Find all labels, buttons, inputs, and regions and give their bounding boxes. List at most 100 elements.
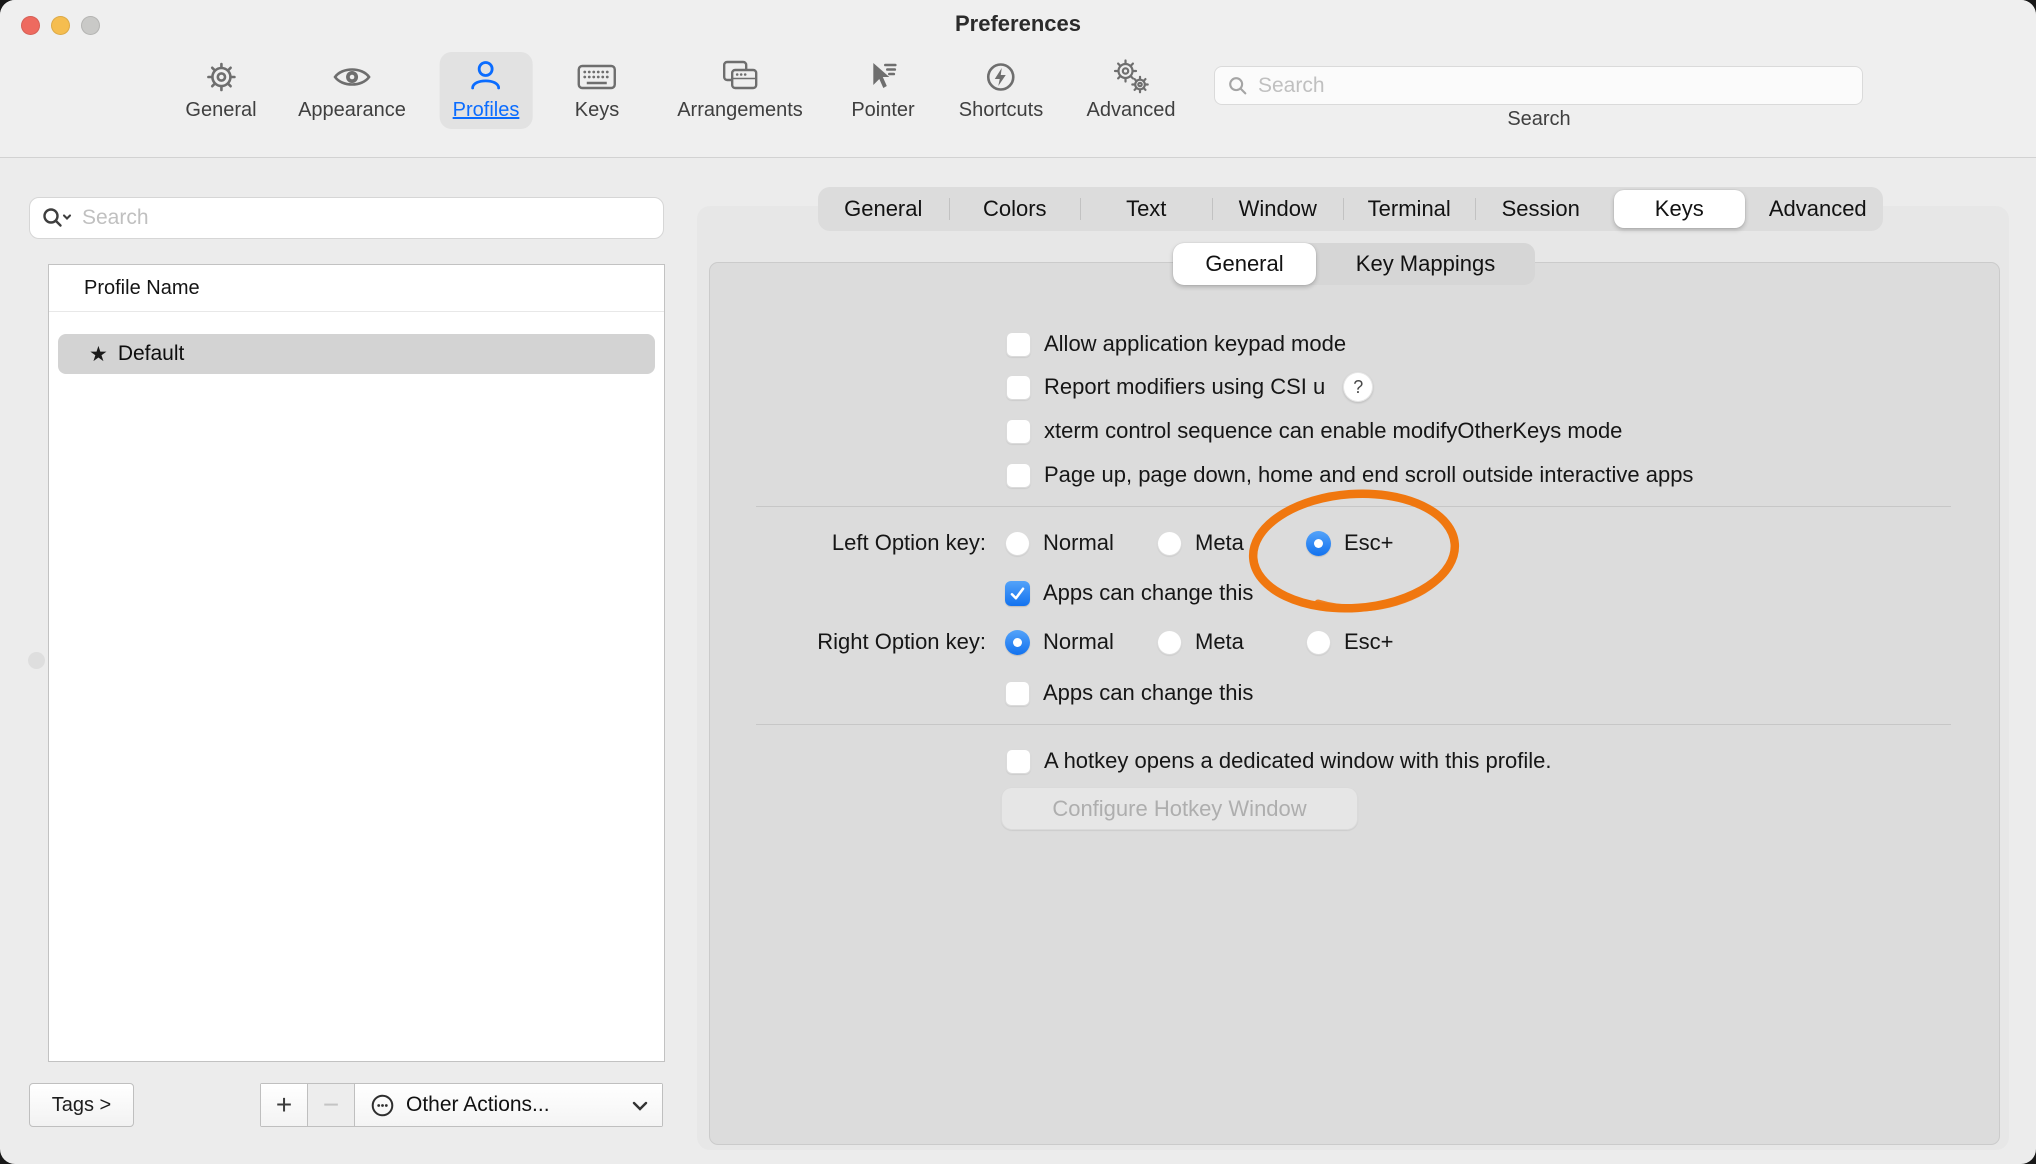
subtab-key-mappings[interactable]: Key Mappings (1316, 243, 1535, 285)
checkbox-unchecked[interactable] (1006, 463, 1031, 488)
right-option-key-label: Right Option key: (710, 627, 986, 657)
radio-label[interactable]: Meta (1195, 629, 1244, 655)
profile-row-default[interactable]: ★ Default (58, 334, 655, 374)
profile-name: Default (118, 342, 185, 366)
tab-divider (1606, 198, 1607, 220)
right-option-esc[interactable]: Esc+ (1306, 627, 1394, 657)
checkbox-row-modifyotherkeys[interactable]: xterm control sequence can enable modify… (1006, 416, 1622, 446)
right-option-normal[interactable]: Normal (1005, 627, 1114, 657)
tab-window[interactable]: Window (1213, 190, 1344, 228)
radio-label[interactable]: Meta (1195, 530, 1244, 556)
profile-search-field[interactable] (29, 197, 664, 239)
tab-session[interactable]: Session (1476, 190, 1607, 228)
toolbar-item-appearance[interactable]: Appearance (285, 52, 419, 129)
toolbar-label: Shortcuts (959, 99, 1043, 122)
radio-unchecked[interactable] (1157, 630, 1182, 655)
keys-subtabs: General Key Mappings (1173, 243, 1535, 285)
ellipsis-circle-icon (369, 1092, 396, 1119)
checkbox-checked[interactable] (1005, 581, 1030, 606)
checkbox-row-page-scroll[interactable]: Page up, page down, home and end scroll … (1006, 460, 1693, 490)
toolbar-item-arrangements[interactable]: Arrangements (664, 52, 816, 129)
right-option-meta[interactable]: Meta (1157, 627, 1244, 657)
keys-general-content: Allow application keypad mode Report mod… (709, 262, 2000, 1145)
profile-list: Profile Name ★ Default (48, 264, 665, 1062)
toolbar-item-advanced[interactable]: Advanced (1074, 52, 1189, 129)
checkbox-unchecked[interactable] (1006, 332, 1031, 357)
checkbox-unchecked[interactable] (1005, 681, 1030, 706)
toolbar-item-shortcuts[interactable]: Shortcuts (946, 52, 1056, 129)
chevron-down-icon (630, 1098, 650, 1114)
profile-search-input[interactable] (82, 206, 652, 230)
tags-button[interactable]: Tags > (29, 1083, 134, 1127)
tab-text[interactable]: Text (1081, 190, 1212, 228)
tab-general[interactable]: General (818, 190, 949, 228)
radio-checked[interactable] (1306, 531, 1331, 556)
checkbox-row-keypad-mode[interactable]: Allow application keypad mode (1006, 329, 1346, 359)
search-icon (1227, 75, 1249, 97)
subtab-general[interactable]: General (1173, 243, 1316, 285)
tab-terminal[interactable]: Terminal (1344, 190, 1475, 228)
radio-label[interactable]: Esc+ (1344, 629, 1394, 655)
checkbox-label[interactable]: A hotkey opens a dedicated window with t… (1044, 748, 1552, 774)
checkbox-unchecked[interactable] (1006, 375, 1031, 400)
left-option-normal[interactable]: Normal (1005, 528, 1114, 558)
toolbar-label: General (185, 99, 256, 122)
other-actions-dropdown[interactable]: Other Actions... (355, 1084, 662, 1126)
keyboard-icon (575, 57, 619, 97)
radio-label[interactable]: Normal (1043, 629, 1114, 655)
checkbox-unchecked[interactable] (1006, 419, 1031, 444)
edge-dot (28, 652, 45, 669)
checkbox-label[interactable]: Apps can change this (1043, 580, 1253, 606)
cursor-icon (861, 57, 905, 97)
toolbar-label: Arrangements (677, 99, 803, 122)
left-option-esc[interactable]: Esc+ (1306, 528, 1394, 558)
toolbar-item-general[interactable]: General (172, 52, 269, 129)
toolbar-item-profiles[interactable]: Profiles (440, 52, 533, 129)
checkmark-icon (1008, 584, 1027, 603)
left-option-apps-can-change[interactable]: Apps can change this (1005, 578, 1253, 608)
radio-unchecked[interactable] (1306, 630, 1331, 655)
checkbox-label[interactable]: Report modifiers using CSI u (1044, 374, 1325, 400)
star-icon: ★ (89, 342, 108, 367)
radio-label[interactable]: Esc+ (1344, 530, 1394, 556)
toolbar-search-input[interactable] (1258, 74, 1850, 98)
toolbar-item-pointer[interactable]: Pointer (838, 52, 927, 129)
radio-checked[interactable] (1005, 630, 1030, 655)
hotkey-checkbox-row[interactable]: A hotkey opens a dedicated window with t… (1006, 746, 1552, 776)
checkbox-unchecked[interactable] (1006, 749, 1031, 774)
left-option-meta[interactable]: Meta (1157, 528, 1244, 558)
eye-icon (330, 57, 374, 97)
right-option-apps-can-change[interactable]: Apps can change this (1005, 678, 1253, 708)
windows-icon (718, 57, 762, 97)
toolbar-label: Pointer (851, 99, 914, 122)
bolt-circle-icon (979, 57, 1023, 97)
radio-label[interactable]: Normal (1043, 530, 1114, 556)
checkbox-row-csi-u[interactable]: Report modifiers using CSI u ? (1006, 372, 1373, 402)
radio-unchecked[interactable] (1157, 531, 1182, 556)
toolbar-search-label: Search (1507, 108, 1570, 131)
toolbar-item-keys[interactable]: Keys (562, 52, 632, 129)
titlebar: Preferences General Appearance Profiles … (0, 0, 2036, 158)
configure-hotkey-window-button[interactable]: Configure Hotkey Window (1001, 787, 1358, 830)
person-icon (464, 57, 508, 97)
checkbox-label[interactable]: Page up, page down, home and end scroll … (1044, 462, 1693, 488)
checkbox-label[interactable]: Allow application keypad mode (1044, 331, 1346, 357)
profile-actions-group: + − Other Actions... (260, 1083, 663, 1127)
gear-icon (199, 57, 243, 97)
window-title: Preferences (0, 11, 2036, 37)
other-actions-label: Other Actions... (406, 1093, 550, 1117)
remove-profile-button[interactable]: − (308, 1084, 355, 1126)
profile-list-header: Profile Name (49, 265, 664, 312)
tab-advanced[interactable]: Advanced (1753, 190, 1884, 228)
radio-unchecked[interactable] (1005, 531, 1030, 556)
checkbox-label[interactable]: Apps can change this (1043, 680, 1253, 706)
preferences-window: Preferences General Appearance Profiles … (0, 0, 2036, 1164)
tab-colors[interactable]: Colors (950, 190, 1081, 228)
help-button[interactable]: ? (1343, 372, 1373, 402)
checkbox-label[interactable]: xterm control sequence can enable modify… (1044, 418, 1622, 444)
tab-keys[interactable]: Keys (1614, 190, 1745, 228)
toolbar-label: Keys (575, 99, 619, 122)
add-profile-button[interactable]: + (261, 1084, 308, 1126)
separator (756, 724, 1951, 725)
toolbar-search-field[interactable] (1214, 66, 1863, 105)
